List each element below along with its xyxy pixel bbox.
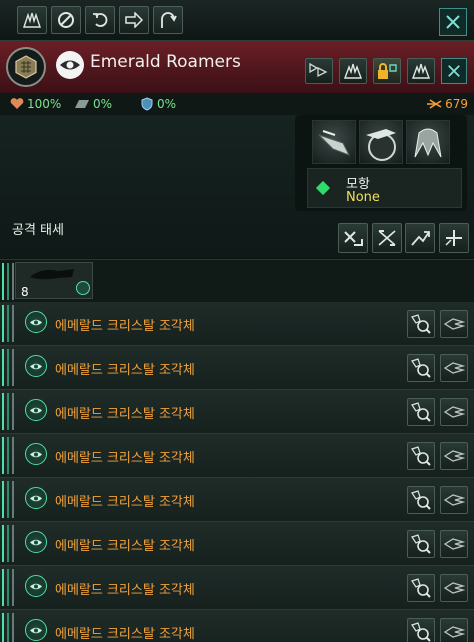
- ship-name: 에메랄드 크리스탈 조각체: [55, 583, 195, 598]
- shield-stat: 0%: [140, 97, 176, 111]
- close-icon[interactable]: [441, 58, 467, 84]
- ship-row-4[interactable]: 에메랄드 크리스탈 조각체: [0, 434, 474, 478]
- hexagon-shield-icon: [6, 47, 46, 87]
- power-stat: 679: [426, 97, 468, 111]
- inspect-ship-icon[interactable]: [407, 530, 435, 558]
- undo-icon[interactable]: [85, 6, 115, 34]
- planet-ship-icon[interactable]: [359, 120, 403, 164]
- fleet-power-icon: [427, 99, 442, 109]
- row-edge: [0, 566, 20, 608]
- armor-value: 0%: [93, 97, 113, 111]
- upgrade-ship-icon[interactable]: [440, 486, 468, 514]
- armor-stat: 0%: [74, 97, 112, 111]
- inspect-ship-icon[interactable]: [407, 486, 435, 514]
- ship-row-7[interactable]: 에메랄드 크리스탈 조각체: [0, 566, 474, 610]
- fleet-detail-panel: 모항 None 공격 태세: [0, 115, 474, 258]
- ship-name: 에메랄드 크리스탈 조각체: [55, 627, 195, 642]
- home-base-gem-icon: [315, 180, 331, 196]
- reinforce-stance-icon[interactable]: [439, 223, 469, 253]
- return-arrow-icon[interactable]: [153, 6, 183, 34]
- fleet-summary-row: 8: [0, 259, 474, 303]
- home-base-value: None: [346, 190, 380, 205]
- ship-list: 에메랄드 크리스탈 조각체 에메랄드 크리스탈 조각체 에메랄드 크리스탈 조각…: [0, 302, 474, 642]
- power-value: 679: [445, 97, 468, 111]
- merge-fleet-icon[interactable]: [305, 58, 333, 84]
- row-edge: [0, 478, 20, 520]
- ship-name: 에메랄드 크리스탈 조각체: [55, 451, 195, 466]
- row-edge: [0, 610, 20, 642]
- fleet-detach-icon[interactable]: [407, 58, 435, 84]
- lock-icon[interactable]: [373, 58, 401, 84]
- upgrade-ship-icon[interactable]: [440, 530, 468, 558]
- ship-row-8[interactable]: 에메랄드 크리스탈 조각체: [0, 610, 474, 642]
- eye-icon: [56, 51, 84, 79]
- fleet-ships-icon[interactable]: [339, 58, 367, 84]
- crystal-species-icon: [25, 443, 47, 465]
- crystal-species-icon: [25, 531, 47, 553]
- inspect-ship-icon[interactable]: [407, 398, 435, 426]
- upgrade-ship-icon[interactable]: [440, 618, 468, 642]
- ship-group-tile[interactable]: 8: [15, 262, 93, 299]
- species-badge-icon: [76, 281, 90, 295]
- inspect-ship-icon[interactable]: [407, 442, 435, 470]
- crystal-ship-icon[interactable]: [312, 120, 356, 164]
- crystal-species-icon: [25, 355, 47, 377]
- inspect-ship-icon[interactable]: [407, 574, 435, 602]
- forward-arrow-icon[interactable]: [119, 6, 149, 34]
- crystal-species-icon: [25, 487, 47, 509]
- ship-name: 에메랄드 크리스탈 조각체: [55, 495, 195, 510]
- fleet-name[interactable]: Emerald Roamers: [90, 52, 241, 72]
- upgrade-ship-icon[interactable]: [440, 354, 468, 382]
- ship-name: 에메랄드 크리스탈 조각체: [55, 539, 195, 554]
- upgrade-ship-icon[interactable]: [440, 574, 468, 602]
- close-icon[interactable]: [439, 8, 467, 36]
- crystal-species-icon: [25, 311, 47, 333]
- inspect-ship-icon[interactable]: [407, 310, 435, 338]
- home-base-box[interactable]: 모항 None: [307, 168, 462, 208]
- armor-icon: [75, 100, 89, 108]
- heart-icon: [10, 98, 24, 109]
- ship-name: 에메랄드 크리스탈 조각체: [55, 407, 195, 422]
- ship-row-6[interactable]: 에메랄드 크리스탈 조각체: [0, 522, 474, 566]
- stance-label: 공격 태세: [12, 223, 64, 238]
- upgrade-ship-icon[interactable]: [440, 310, 468, 338]
- ship-row-3[interactable]: 에메랄드 크리스탈 조각체: [0, 390, 474, 434]
- upgrade-ship-icon[interactable]: [440, 442, 468, 470]
- top-toolbar: [0, 0, 474, 41]
- inspect-ship-icon[interactable]: [407, 354, 435, 382]
- ship-row-1[interactable]: 에메랄드 크리스탈 조각체: [0, 302, 474, 346]
- crystal-ship-silhouette-icon: [30, 269, 74, 280]
- fleet-stats: 100% 0% 0% 679: [0, 93, 474, 115]
- health-value: 100%: [27, 97, 62, 111]
- ship-count: 8: [21, 285, 29, 299]
- fleet-header: Emerald Roamers: [0, 41, 474, 94]
- upgrade-ship-icon[interactable]: [440, 398, 468, 426]
- crystal-species-icon: [25, 575, 47, 597]
- row-edge: [0, 302, 20, 344]
- ship-name: 에메랄드 크리스탈 조각체: [55, 319, 195, 334]
- aggressive-stance-icon[interactable]: [338, 223, 368, 253]
- fleet-formation-icon[interactable]: [17, 6, 47, 34]
- row-edge: [0, 522, 20, 564]
- fleet-panel: Emerald Roamers 100% 0% 0% 679 모항 None 공…: [0, 0, 474, 642]
- evasive-stance-icon[interactable]: [372, 223, 402, 253]
- ship-row-5[interactable]: 에메랄드 크리스탈 조각체: [0, 478, 474, 522]
- passive-stance-icon[interactable]: [405, 223, 435, 253]
- crystal-species-icon: [25, 399, 47, 421]
- row-edge: [0, 346, 20, 388]
- health-stat: 100%: [10, 97, 61, 111]
- ship-name: 에메랄드 크리스탈 조각체: [55, 363, 195, 378]
- shield-value: 0%: [157, 97, 177, 111]
- row-edge: [0, 390, 20, 432]
- ship-row-2[interactable]: 에메랄드 크리스탈 조각체: [0, 346, 474, 390]
- station-ship-icon[interactable]: [406, 120, 450, 164]
- inspect-ship-icon[interactable]: [407, 618, 435, 642]
- cancel-icon[interactable]: [51, 6, 81, 34]
- row-edge: [0, 434, 20, 476]
- crystal-species-icon: [25, 619, 47, 641]
- shield-icon: [141, 97, 153, 111]
